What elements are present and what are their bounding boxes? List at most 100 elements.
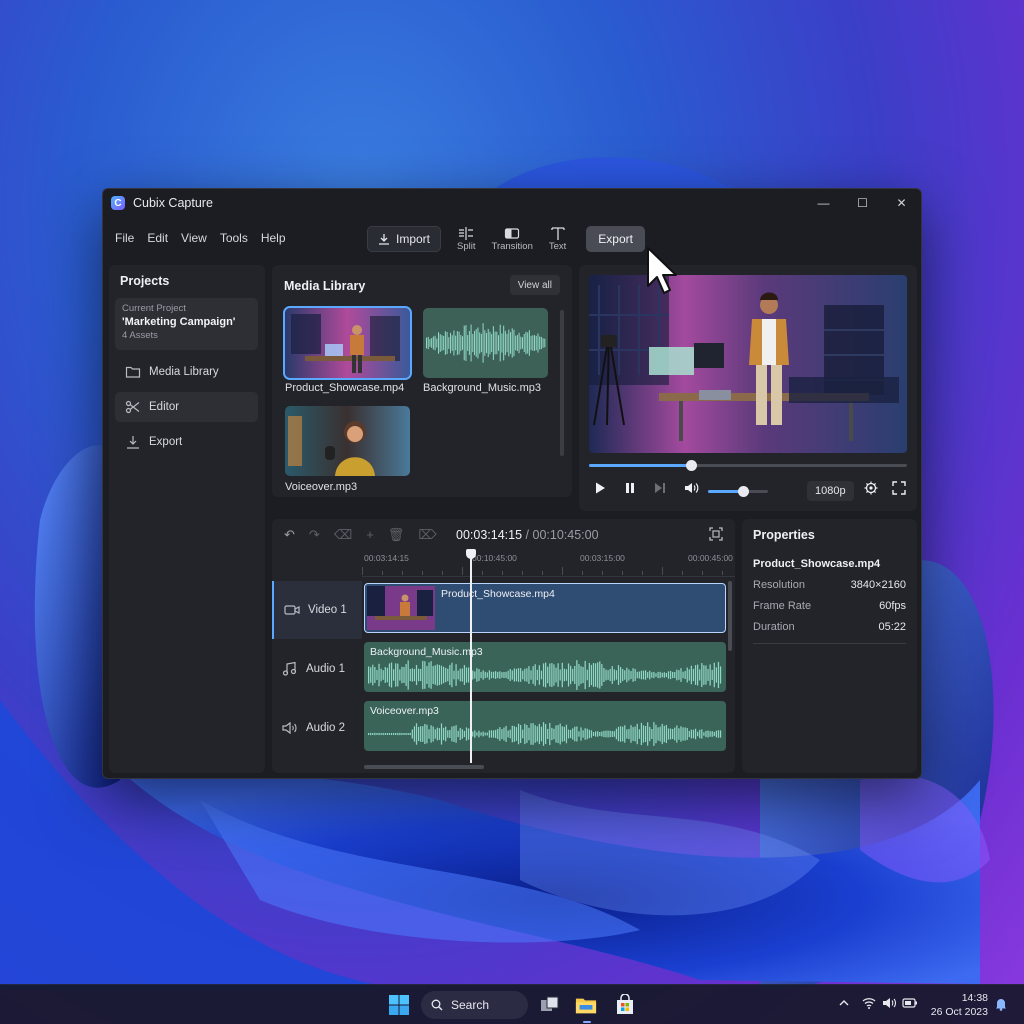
ruler-tick — [582, 571, 583, 575]
waveform-bar — [678, 670, 680, 680]
split-tool[interactable]: Split — [457, 226, 476, 252]
waveform-bar — [553, 728, 555, 740]
waveform-bar — [707, 669, 709, 681]
volume-handle[interactable] — [737, 486, 749, 497]
menu-edit[interactable]: Edit — [147, 231, 168, 245]
maximize-button[interactable]: ☐ — [843, 189, 882, 217]
import-button[interactable]: Import — [367, 226, 442, 252]
task-view-icon[interactable] — [539, 994, 561, 1016]
file-explorer-icon[interactable] — [575, 994, 597, 1016]
waveform-bar — [651, 672, 653, 678]
playback-progress-bar[interactable] — [589, 460, 907, 471]
clip-delete-icon[interactable]: ⌫ — [334, 527, 352, 543]
waveform-bar — [480, 671, 482, 679]
waveform-bar — [584, 660, 586, 690]
title-bar[interactable]: C Cubix Capture — ☐ ✕ — [103, 189, 921, 217]
studio-preview-image — [589, 275, 907, 453]
settings-gear-icon[interactable] — [864, 481, 878, 495]
waveform-bar — [490, 671, 493, 679]
resolution-selector[interactable]: 1080p — [807, 481, 854, 501]
minimize-button[interactable]: — — [804, 189, 843, 217]
waveform-bar — [649, 726, 651, 742]
waveform-bar — [403, 733, 405, 735]
speaker-icon[interactable] — [882, 997, 896, 1009]
fullscreen-icon[interactable] — [892, 481, 906, 495]
transition-tool[interactable]: Transition — [492, 226, 533, 252]
waveform-bar — [368, 666, 370, 684]
sidebar-item-editor[interactable]: Editor — [115, 392, 258, 422]
windows-start-icon[interactable] — [388, 994, 410, 1016]
notification-bell-icon[interactable] — [994, 997, 1008, 1011]
waveform-bar — [447, 668, 449, 682]
playback-progress-handle[interactable] — [685, 460, 697, 471]
track-header-audio-1[interactable]: Audio 1 — [272, 640, 362, 698]
preview-frame[interactable] — [589, 275, 907, 453]
waveform-bar — [511, 670, 513, 680]
undo-icon[interactable]: ↶ — [284, 527, 295, 543]
waveform-bar — [435, 338, 437, 348]
waveform-bar — [439, 334, 441, 352]
pause-icon[interactable] — [623, 481, 637, 495]
trash-icon[interactable]: 🗑 — [388, 527, 405, 543]
play-icon[interactable] — [593, 481, 607, 495]
media-thumb-voiceover[interactable] — [285, 406, 410, 476]
waveform-bar — [567, 729, 570, 739]
current-project-card[interactable]: Current Project 'Marketing Campaign' 4 A… — [115, 298, 258, 350]
waveform-bar — [467, 728, 470, 740]
view-all-button[interactable]: View all — [509, 275, 560, 295]
timeline-vertical-scrollbar[interactable] — [728, 581, 732, 651]
sidebar-item-export[interactable]: Export — [115, 427, 258, 457]
timeline-horizontal-scrollbar[interactable] — [364, 765, 484, 769]
add-icon[interactable]: + — [366, 527, 374, 543]
waveform-bar — [397, 732, 399, 736]
menu-help[interactable]: Help — [261, 231, 286, 245]
waveform-bar — [499, 324, 501, 362]
fit-to-screen-icon[interactable] — [709, 527, 723, 541]
redo-icon[interactable]: ↷ — [309, 527, 320, 543]
sidebar-item-media-library[interactable]: Media Library — [115, 357, 258, 387]
ruler-tick — [622, 571, 623, 575]
track-header-audio-2[interactable]: Audio 2 — [272, 699, 362, 757]
waveform-bar — [407, 733, 409, 735]
media-thumb-product-showcase[interactable] — [283, 306, 412, 380]
microsoft-store-icon[interactable] — [614, 994, 636, 1016]
menu-view[interactable]: View — [181, 231, 207, 245]
timeline-clip-video[interactable]: Product_Showcase.mp4 — [364, 583, 726, 633]
timeline-clip-audio-1[interactable]: Background_Music.mp3 — [364, 642, 726, 692]
waveform-bar — [475, 329, 477, 357]
waveform-bar — [478, 332, 480, 354]
wifi-icon[interactable] — [862, 997, 876, 1009]
waveform-bar — [651, 728, 653, 739]
waveform-bar — [569, 729, 572, 739]
waveform-bar — [497, 671, 499, 679]
waveform-bar — [411, 668, 413, 682]
volume-slider[interactable] — [708, 486, 768, 497]
taskbar-clock[interactable]: 14:38 26 Oct 2023 — [931, 991, 988, 1019]
waveform-bar — [517, 668, 520, 682]
timeline-clip-audio-2[interactable]: Voiceover.mp3 — [364, 701, 726, 751]
playhead-handle[interactable] — [466, 549, 476, 559]
media-thumb-background-music[interactable] — [423, 308, 548, 378]
taskbar-search-box[interactable]: Search — [421, 991, 528, 1019]
menu-file[interactable]: File — [115, 231, 134, 245]
text-tool[interactable]: Text — [549, 226, 566, 252]
waveform-bar — [442, 727, 445, 741]
skip-next-icon[interactable] — [653, 481, 667, 495]
waveform-bar — [511, 725, 513, 743]
tag-icon[interactable]: ⌦ — [418, 527, 436, 543]
waveform-bar — [426, 666, 428, 684]
waveform-bar — [686, 667, 688, 683]
close-button[interactable]: ✕ — [882, 189, 921, 217]
volume-icon[interactable] — [684, 481, 700, 495]
export-button[interactable]: Export — [586, 226, 645, 252]
timeline-playhead[interactable] — [466, 549, 476, 763]
waveform-bar — [492, 730, 495, 738]
media-scrollbar[interactable] — [560, 310, 564, 456]
waveform-bar — [483, 330, 485, 356]
chevron-up-icon[interactable] — [838, 997, 850, 1009]
waveform-bar — [424, 661, 426, 689]
battery-icon[interactable] — [902, 997, 918, 1009]
timeline-ruler[interactable]: 00:03:14:15 00:10:45:00 00:03:15:00 00:0… — [362, 549, 735, 577]
track-header-video-1[interactable]: Video 1 — [272, 581, 362, 639]
menu-tools[interactable]: Tools — [220, 231, 248, 245]
